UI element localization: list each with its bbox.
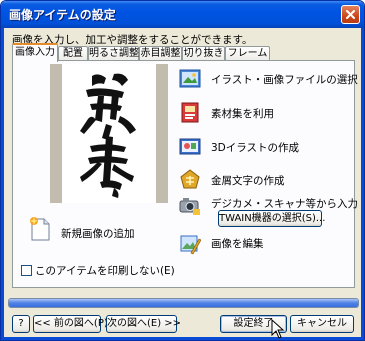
cursor-icon — [271, 319, 285, 339]
close-button[interactable] — [341, 5, 360, 24]
help-button[interactable]: ? — [12, 315, 30, 333]
window-border-bottom — [1, 337, 364, 340]
gold-text-icon — [180, 169, 200, 189]
progress-fill — [9, 299, 358, 307]
prev-button[interactable]: << 前の図へ(P) — [33, 315, 108, 333]
tab-crop[interactable]: 切り抜き — [182, 46, 225, 61]
picture-folder-icon — [179, 69, 201, 88]
progress-bar — [8, 298, 359, 308]
twain-select-button[interactable]: TWAIN機器の選択(S)... — [218, 210, 325, 227]
next-button[interactable]: 次の図へ(E) >> — [106, 315, 181, 333]
window-border-left — [1, 28, 4, 340]
image-preview — [50, 64, 168, 203]
tab-image-input[interactable]: 画像入力 — [12, 43, 58, 62]
title-bar[interactable]: 画像アイテムの設定 — [1, 1, 364, 28]
no-print-checkbox[interactable] — [21, 265, 32, 276]
material-book-icon — [181, 102, 199, 123]
no-print-checkbox-label[interactable]: このアイテムを印刷しない(E) — [35, 263, 175, 278]
edit-image-icon — [180, 235, 201, 255]
camera-icon — [179, 198, 200, 215]
dialog-window: 画像アイテムの設定 画像を入力し、加工や調整をすることができます。 画像入力 配… — [0, 0, 365, 341]
new-image-label[interactable]: 新規画像の追加 — [61, 226, 135, 241]
action-edit-image-label: 画像を編集 — [211, 238, 264, 250]
new-image-icon[interactable] — [28, 216, 52, 242]
action-3d-illust-label: 3Dイラストの作成 — [211, 142, 300, 154]
action-camera-input-label: デジカメ・スキャナ等から入力 — [211, 198, 358, 210]
close-icon — [346, 10, 355, 19]
action-illust-file-label: イラスト・画像ファイルの選択 — [211, 74, 358, 86]
tab-frame[interactable]: フレーム — [225, 46, 270, 61]
tab-layout[interactable]: 配置 — [58, 46, 88, 61]
cancel-button[interactable]: キャンセル — [290, 315, 354, 333]
3d-illust-icon — [179, 138, 201, 155]
window-title: 画像アイテムの設定 — [9, 8, 116, 22]
window-border-right — [361, 28, 364, 340]
action-material-label: 素材集を利用 — [211, 108, 274, 120]
tab-brightness[interactable]: 明るさ調整 — [88, 46, 139, 61]
calligraphy-image — [62, 64, 156, 203]
action-gold-text-label: 金屑文字の作成 — [211, 175, 285, 187]
tab-red-eye[interactable]: 赤目調整 — [139, 46, 182, 61]
